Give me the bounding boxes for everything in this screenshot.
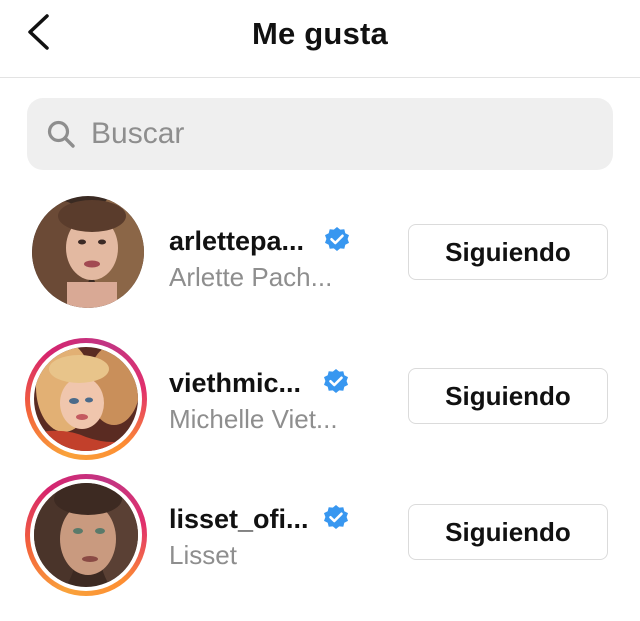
- username[interactable]: arlettepa...: [169, 226, 304, 257]
- list-item[interactable]: lisset_ofi... Lisset Siguiendo: [0, 474, 640, 604]
- following-button[interactable]: Siguiendo: [408, 504, 608, 560]
- avatar: [34, 347, 138, 451]
- header-bar: Me gusta: [0, 0, 640, 78]
- list-item[interactable]: viethmic... Michelle Viet... Siguiendo: [0, 338, 640, 468]
- search-input[interactable]: [91, 110, 591, 158]
- following-button[interactable]: Siguiendo: [408, 224, 608, 280]
- list-item[interactable]: arlettepa... Arlette Pach... Siguiendo: [0, 196, 640, 326]
- avatar-story-ring[interactable]: [25, 474, 147, 596]
- avatar: [34, 483, 138, 587]
- username[interactable]: viethmic...: [169, 368, 301, 399]
- avatar[interactable]: [32, 196, 150, 314]
- following-button[interactable]: Siguiendo: [408, 368, 608, 424]
- verified-badge-icon: [324, 505, 348, 529]
- search-bar[interactable]: [27, 98, 613, 170]
- avatar-story-ring[interactable]: [25, 338, 147, 460]
- full-name: Arlette Pach...: [169, 262, 333, 292]
- username[interactable]: lisset_ofi...: [169, 504, 309, 535]
- full-name: Lisset: [169, 540, 237, 570]
- full-name: Michelle Viet...: [169, 404, 338, 434]
- search-icon: [47, 120, 75, 148]
- verified-badge-icon: [324, 369, 348, 393]
- verified-badge-icon: [325, 227, 349, 251]
- page-title: Me gusta: [252, 16, 388, 51]
